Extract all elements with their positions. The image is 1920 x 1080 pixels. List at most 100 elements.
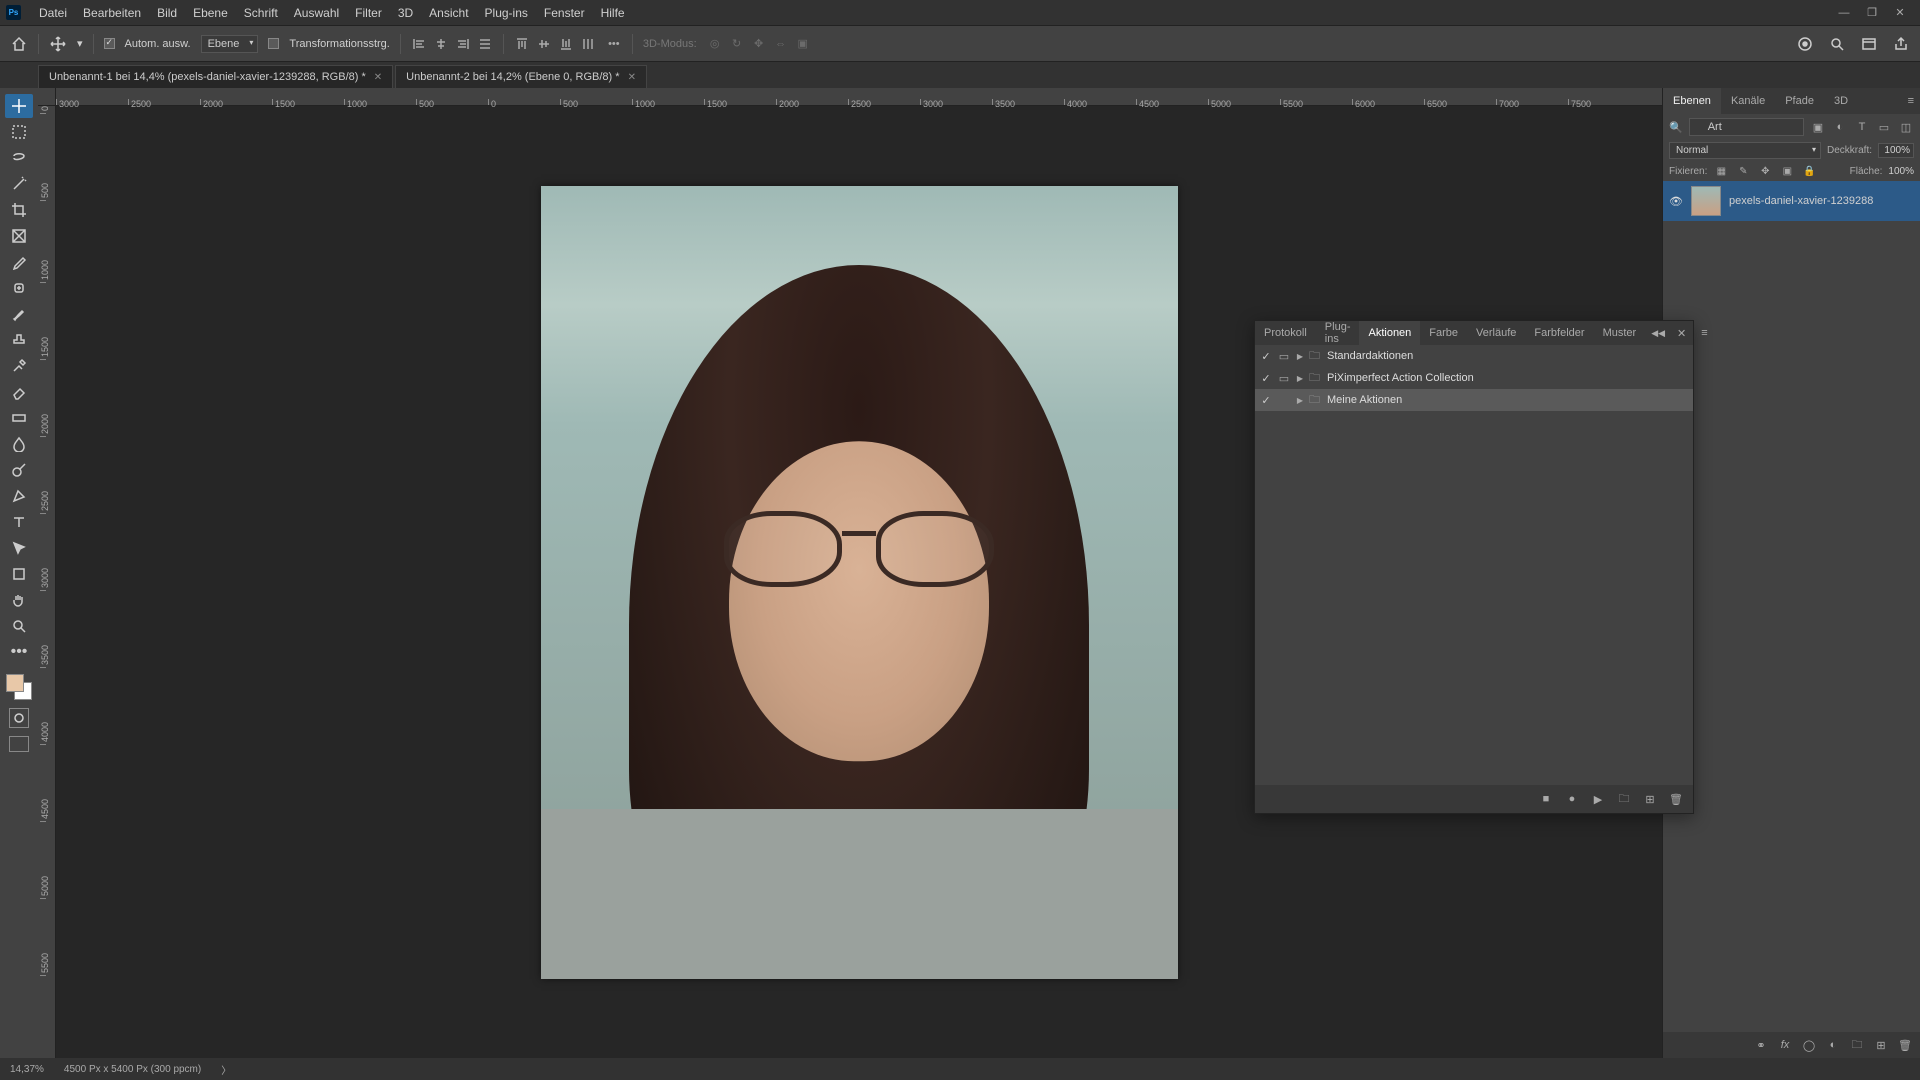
edit-toolbar-icon[interactable]: ••• [5, 640, 33, 664]
info-arrow-icon[interactable]: 〉 [221, 1062, 231, 1077]
layer-fx-icon[interactable]: fx [1778, 1038, 1792, 1052]
lock-all-icon[interactable]: 🔒 [1801, 163, 1817, 179]
tab-verlaeufe[interactable]: Verläufe [1467, 321, 1525, 345]
filter-shape-icon[interactable]: ▭ [1876, 119, 1892, 135]
new-set-icon[interactable]: 🗀 [1617, 792, 1631, 806]
delete-action-icon[interactable]: 🗑 [1669, 792, 1683, 806]
search-icon[interactable] [1828, 35, 1846, 53]
move-tool[interactable] [5, 94, 33, 118]
blur-tool[interactable] [5, 432, 33, 456]
marquee-tool[interactable] [5, 120, 33, 144]
menu-auswahl[interactable]: Auswahl [286, 6, 347, 20]
opacity-input[interactable]: 100% [1878, 143, 1914, 158]
distribute-v-icon[interactable] [580, 36, 596, 52]
menu-filter[interactable]: Filter [347, 6, 390, 20]
tab-ebenen[interactable]: Ebenen [1663, 88, 1721, 114]
lock-position-icon[interactable]: ✥ [1757, 163, 1773, 179]
lasso-tool[interactable] [5, 146, 33, 170]
eraser-tool[interactable] [5, 380, 33, 404]
toggle-check-icon[interactable]: ✓ [1259, 350, 1273, 363]
align-top-icon[interactable] [514, 36, 530, 52]
pen-tool[interactable] [5, 484, 33, 508]
collapse-icon[interactable]: ◀◀ [1645, 328, 1671, 339]
align-vcenter-icon[interactable] [536, 36, 552, 52]
lock-brush-icon[interactable]: ✎ [1735, 163, 1751, 179]
quick-mask-icon[interactable] [9, 708, 29, 728]
screen-mode-icon[interactable] [9, 736, 29, 752]
menu-bild[interactable]: Bild [149, 6, 185, 20]
cloud-docs-icon[interactable] [1796, 35, 1814, 53]
menu-plugins[interactable]: Plug-ins [477, 6, 536, 20]
workspace-icon[interactable] [1860, 35, 1878, 53]
share-icon[interactable] [1892, 35, 1910, 53]
lock-artboard-icon[interactable]: ▣ [1779, 163, 1795, 179]
action-set-row[interactable]: ✓▶🗀Meine Aktionen [1255, 389, 1693, 411]
align-bottom-icon[interactable] [558, 36, 574, 52]
layer-filter-dropdown[interactable]: Art [1689, 118, 1804, 136]
tab-farbfelder[interactable]: Farbfelder [1525, 321, 1593, 345]
lock-pixels-icon[interactable]: ▦ [1713, 163, 1729, 179]
close-icon[interactable]: ✕ [1671, 327, 1692, 340]
distribute-h-icon[interactable] [477, 36, 493, 52]
move-tool-icon[interactable] [49, 35, 67, 53]
horizontal-ruler[interactable]: 3000250020001500100050005001000150020002… [56, 88, 1662, 106]
align-hcenter-icon[interactable] [433, 36, 449, 52]
filter-adjust-icon[interactable]: ◐ [1832, 119, 1848, 135]
document-info[interactable]: 4500 Px x 5400 Px (300 ppcm) [64, 1064, 201, 1075]
expand-arrow-icon[interactable]: ▶ [1295, 352, 1305, 361]
close-icon[interactable]: ✕ [628, 72, 636, 83]
tab-kanaele[interactable]: Kanäle [1721, 88, 1775, 114]
close-window-button[interactable]: ✕ [1886, 6, 1914, 19]
heal-tool[interactable] [5, 276, 33, 300]
delete-layer-icon[interactable]: 🗑 [1898, 1038, 1912, 1052]
frame-tool[interactable] [5, 224, 33, 248]
group-icon[interactable]: 🗀 [1850, 1038, 1864, 1052]
layer-mask-icon[interactable]: ◯ [1802, 1038, 1816, 1052]
align-left-icon[interactable] [411, 36, 427, 52]
filter-type-icon[interactable]: T [1854, 119, 1870, 135]
fill-input[interactable]: 100% [1888, 166, 1914, 177]
tab-protokoll[interactable]: Protokoll [1255, 321, 1316, 345]
more-align-icon[interactable]: ••• [606, 36, 622, 52]
dodge-tool[interactable] [5, 458, 33, 482]
maximize-button[interactable]: ❐ [1858, 6, 1886, 19]
auto-select-checkbox[interactable] [104, 38, 115, 49]
visibility-icon[interactable]: 👁 [1669, 195, 1683, 208]
doc-tab-2[interactable]: Unbenannt-2 bei 14,2% (Ebene 0, RGB/8) *… [395, 65, 647, 88]
menu-fenster[interactable]: Fenster [536, 6, 593, 20]
menu-ansicht[interactable]: Ansicht [421, 6, 476, 20]
color-swatches[interactable] [6, 674, 32, 700]
toggle-dialog-icon[interactable]: ▭ [1277, 372, 1291, 385]
gradient-tool[interactable] [5, 406, 33, 430]
menu-hilfe[interactable]: Hilfe [593, 6, 633, 20]
layer-name[interactable]: pexels-daniel-xavier-1239288 [1729, 195, 1873, 207]
zoom-tool[interactable] [5, 614, 33, 638]
menu-bearbeiten[interactable]: Bearbeiten [75, 6, 149, 20]
minimize-button[interactable]: — [1830, 7, 1858, 19]
new-action-icon[interactable]: ⊞ [1643, 792, 1657, 806]
menu-ebene[interactable]: Ebene [185, 6, 236, 20]
menu-3d[interactable]: 3D [390, 6, 421, 20]
transform-controls-checkbox[interactable] [268, 38, 279, 49]
crop-tool[interactable] [5, 198, 33, 222]
menu-datei[interactable]: Datei [31, 6, 75, 20]
tab-pfade[interactable]: Pfade [1775, 88, 1824, 114]
canvas-image[interactable] [541, 186, 1178, 979]
close-icon[interactable]: ✕ [374, 72, 382, 83]
type-tool[interactable] [5, 510, 33, 534]
eyedropper-tool[interactable] [5, 250, 33, 274]
play-icon[interactable]: ▶ [1591, 792, 1605, 806]
link-layers-icon[interactable]: ⚭ [1754, 1038, 1768, 1052]
brush-tool[interactable] [5, 302, 33, 326]
layer-row[interactable]: 👁 pexels-daniel-xavier-1239288 [1663, 181, 1920, 221]
adjustment-layer-icon[interactable]: ◐ [1826, 1038, 1840, 1052]
menu-schrift[interactable]: Schrift [236, 6, 286, 20]
history-brush-tool[interactable] [5, 354, 33, 378]
new-layer-icon[interactable]: ⊞ [1874, 1038, 1888, 1052]
align-right-icon[interactable] [455, 36, 471, 52]
expand-arrow-icon[interactable]: ▶ [1295, 396, 1305, 405]
home-icon[interactable] [10, 35, 28, 53]
filter-image-icon[interactable]: ▣ [1810, 119, 1826, 135]
action-set-row[interactable]: ✓▭▶🗀Standardaktionen [1255, 345, 1693, 367]
target-layer-dropdown[interactable]: Ebene [201, 35, 259, 53]
